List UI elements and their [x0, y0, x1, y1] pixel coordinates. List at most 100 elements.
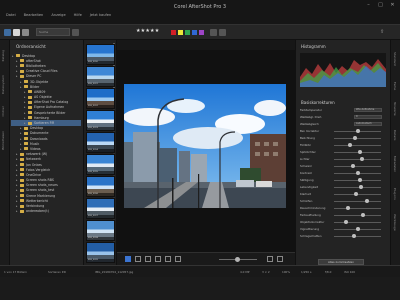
thumbnail[interactable]: IMG_3017 [86, 198, 115, 219]
expand-icon[interactable]: ▸ [16, 194, 19, 198]
minimize-icon[interactable]: – [365, 2, 372, 8]
tab-folder[interactable]: Ordner [1, 106, 5, 116]
correction-row[interactable]: Vignettierung [300, 227, 386, 233]
thumbnail[interactable]: IMG_3010 [86, 44, 115, 65]
expand-icon[interactable]: ▸ [16, 183, 19, 187]
expand-icon[interactable]: ▸ [16, 168, 19, 172]
menu-view[interactable]: Anzeige [51, 13, 65, 17]
color-label-yellow[interactable] [178, 30, 183, 35]
expand-icon[interactable]: ▸ [20, 147, 23, 151]
search-input[interactable]: Suche [36, 28, 70, 36]
tab-catalog[interactable]: Katalog [1, 50, 5, 61]
menu-edit[interactable]: Bearbeiten [24, 13, 44, 17]
expand-icon[interactable]: ▸ [20, 126, 23, 130]
compare-icon[interactable] [22, 29, 29, 36]
expand-icon[interactable]: ▸ [24, 105, 27, 109]
correction-slider[interactable] [334, 138, 381, 139]
thumbnail[interactable]: IMG_3016 [86, 176, 115, 197]
expand-icon[interactable]: ▸ [20, 131, 23, 135]
correction-slider[interactable] [334, 166, 381, 167]
tab-tools[interactable]: Werkzeuge [393, 214, 397, 231]
correction-row[interactable]: Bel. Korrektur [300, 129, 386, 135]
slider-knob[interactable] [346, 206, 351, 210]
slider-knob[interactable] [351, 234, 356, 238]
tab-details[interactable]: Details [393, 130, 397, 140]
close-icon[interactable]: ✕ [389, 2, 396, 8]
expand-icon[interactable]: ▸ [16, 188, 19, 192]
correction-slider[interactable] [334, 222, 381, 223]
tab-standard[interactable]: Standard [393, 52, 397, 66]
fit-view-icon[interactable] [267, 256, 273, 262]
slider-knob[interactable] [360, 157, 365, 161]
expand-icon[interactable]: ▸ [16, 157, 19, 161]
correction-field[interactable]: 0 [354, 115, 382, 119]
correction-row[interactable]: Farbaufhellung [300, 213, 386, 219]
menu-help[interactable]: Hilfe [74, 13, 82, 17]
correction-row[interactable]: Lichter [300, 157, 386, 163]
export-icon[interactable]: ⇪ [380, 29, 384, 35]
expand-icon[interactable]: ▸ [24, 90, 27, 94]
expand-icon[interactable]: ▸ [16, 173, 19, 177]
clone-tool-icon[interactable] [165, 256, 171, 262]
select-tool-icon[interactable] [125, 256, 131, 262]
slider-knob[interactable] [361, 213, 366, 217]
correction-row[interactable]: Schwarz [300, 164, 386, 170]
expand-icon[interactable]: ▸ [16, 74, 19, 78]
brush-tool-icon[interactable] [135, 256, 141, 262]
tag-icon[interactable] [210, 29, 217, 36]
expand-icon[interactable]: ▸ [16, 59, 19, 63]
zoom-slider-knob[interactable] [235, 257, 240, 262]
slider-knob[interactable] [348, 143, 353, 147]
tab-color[interactable]: Farbe [393, 82, 397, 90]
correction-row[interactable]: Objektivkorrektur [300, 220, 386, 226]
expand-icon[interactable]: ▸ [16, 199, 19, 203]
layout-icon[interactable] [13, 29, 20, 36]
expand-icon[interactable]: ▸ [20, 85, 23, 89]
tab-libraries[interactable]: Bibliotheken [1, 131, 5, 150]
expand-icon[interactable]: ▸ [16, 178, 19, 182]
straighten-tool-icon[interactable] [155, 256, 161, 262]
correction-field[interactable]: Wie Aufnahme [354, 108, 382, 112]
maximize-icon[interactable]: □ [377, 2, 384, 8]
search-icon[interactable] [72, 29, 79, 36]
tab-filesystem[interactable]: Dateisystem [1, 75, 5, 94]
color-label-red[interactable] [171, 30, 176, 35]
correction-row[interactable]: Sättigung [300, 178, 386, 184]
full-screen-icon[interactable] [277, 256, 283, 262]
expand-icon[interactable]: ▸ [16, 69, 19, 73]
correction-row[interactable]: Klarheit [300, 192, 386, 198]
slider-knob[interactable] [350, 164, 355, 168]
expand-icon[interactable]: ▸ [16, 64, 19, 68]
expand-icon[interactable]: ▸ [16, 209, 19, 213]
slider-knob[interactable] [355, 227, 360, 231]
expand-icon[interactable]: ▸ [20, 137, 23, 141]
correction-row[interactable]: Farbtemperatur Wie Aufnahme [300, 108, 386, 114]
thumbnail[interactable]: IMG_3013 [86, 110, 115, 131]
correction-slider[interactable] [334, 236, 381, 237]
correction-row[interactable]: Kontrast [300, 171, 386, 177]
expand-icon[interactable]: ▸ [16, 163, 19, 167]
tab-plugins[interactable]: Plug-ins [393, 188, 397, 200]
correction-field[interactable]: Automatisch [354, 122, 382, 126]
thumbnail[interactable]: IMG_3012 [86, 88, 115, 109]
grid-icon[interactable] [4, 29, 11, 36]
correction-row[interactable]: Belichtung [300, 136, 386, 142]
correction-slider[interactable] [334, 187, 381, 188]
thumbnail[interactable]: IMG_3018 [86, 220, 115, 241]
slider-knob[interactable] [353, 136, 358, 140]
tab-metadata[interactable]: Metadaten [393, 156, 397, 172]
correction-slider[interactable] [334, 145, 381, 146]
correction-slider[interactable] [334, 215, 381, 216]
crop-icon[interactable] [219, 29, 226, 36]
thumbnail[interactable]: IMG_3015 [86, 154, 115, 175]
color-label-blue[interactable] [192, 30, 197, 35]
correction-row[interactable]: Rauschminderung [300, 206, 386, 212]
correction-row[interactable]: Schlagschatten [300, 234, 386, 240]
tab-tones[interactable]: Tonwerte [393, 102, 397, 116]
correction-slider[interactable] [334, 159, 381, 160]
rating-stars[interactable]: ★★★★★ [136, 28, 159, 34]
menu-file[interactable]: Datei [6, 13, 16, 17]
main-photo[interactable] [124, 84, 286, 208]
slider-knob[interactable] [357, 150, 362, 154]
expand-icon[interactable]: ▸ [24, 116, 27, 120]
